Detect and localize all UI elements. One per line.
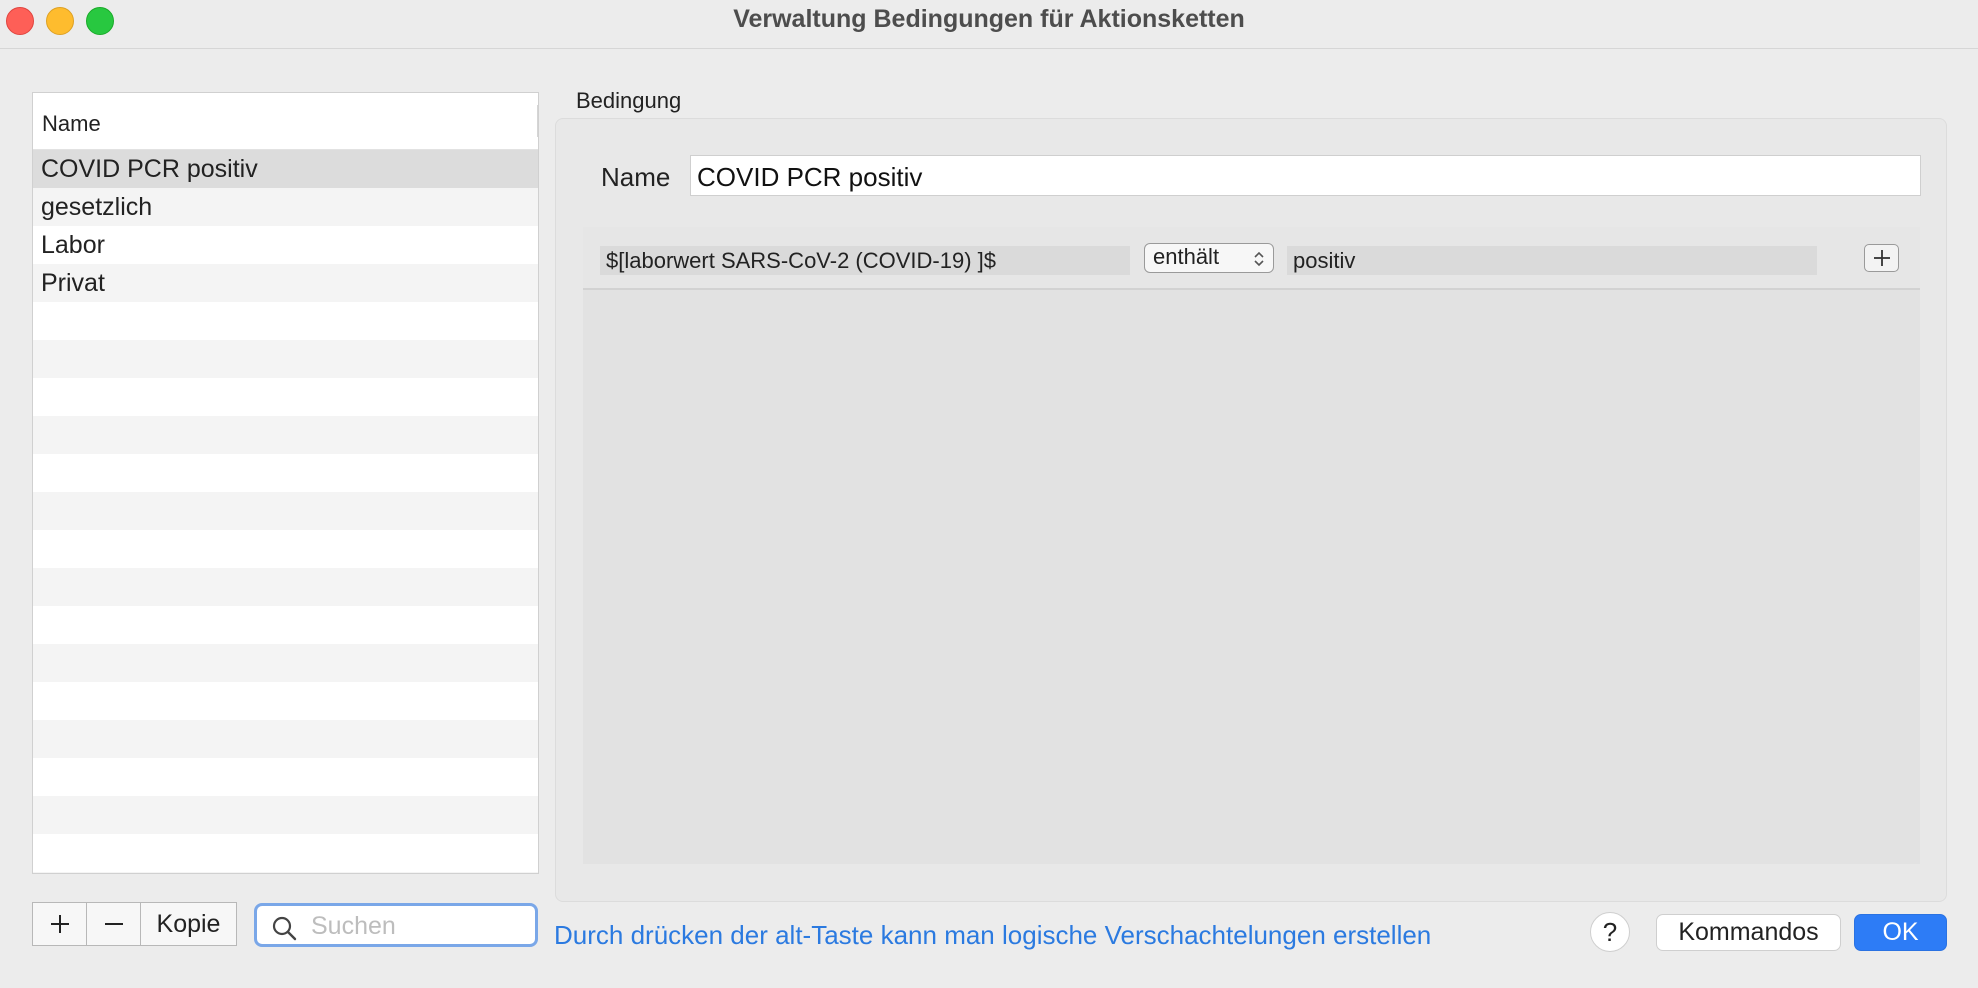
list-item[interactable]: Privat: [33, 264, 538, 302]
empty-row: [33, 530, 538, 568]
name-label: Name: [601, 162, 671, 192]
plus-icon: [1873, 250, 1890, 266]
empty-row: [33, 682, 538, 720]
up-down-chevron-icon: [1254, 251, 1264, 267]
empty-row: [33, 606, 538, 644]
condition-group-label: Bedingung: [576, 88, 682, 113]
empty-row: [33, 568, 538, 606]
empty-row: [33, 340, 538, 378]
search-field[interactable]: [254, 903, 538, 947]
list-item[interactable]: gesetzlich: [33, 188, 538, 226]
add-condition-button[interactable]: [32, 902, 87, 946]
title-bar: Verwaltung Bedingungen für Aktionsketten: [0, 0, 1978, 49]
empty-row: [33, 302, 538, 340]
column-divider: [537, 105, 538, 137]
search-input[interactable]: [309, 910, 523, 942]
name-field[interactable]: COVID PCR positiv: [690, 155, 1921, 196]
conditions-list[interactable]: Name COVID PCR positiv gesetzlich Labor …: [32, 92, 539, 874]
empty-row: [33, 758, 538, 796]
empty-row: [33, 644, 538, 682]
search-icon: [272, 916, 297, 941]
empty-row: [33, 834, 538, 872]
add-condition-row-button[interactable]: [1864, 244, 1899, 272]
window-title: Verwaltung Bedingungen für Aktionsketten: [733, 5, 1245, 33]
help-button[interactable]: ?: [1590, 912, 1630, 952]
conditions-editor: [583, 227, 1920, 864]
remove-condition-button[interactable]: [86, 902, 141, 946]
condition-operator-select[interactable]: enthält: [1144, 243, 1274, 273]
empty-row: [33, 720, 538, 758]
empty-row: [33, 872, 538, 873]
column-header-name[interactable]: Name: [42, 111, 101, 137]
condition-variable-field[interactable]: $[laborwert SARS-CoV-2 (COVID-19) ]$: [600, 246, 1130, 275]
minus-icon: [104, 923, 123, 925]
nesting-hint-text: Durch drücken der alt-Taste kann man log…: [554, 920, 1432, 950]
list-item[interactable]: Labor: [33, 226, 538, 264]
empty-row: [33, 796, 538, 834]
plus-icon: [50, 915, 69, 933]
empty-row: [33, 492, 538, 530]
operator-value: enthält: [1153, 244, 1220, 269]
condition-value-field[interactable]: positiv: [1287, 246, 1817, 275]
ok-button[interactable]: OK: [1854, 914, 1947, 951]
copy-button[interactable]: Kopie: [140, 902, 237, 946]
commands-button[interactable]: Kommandos: [1656, 914, 1841, 951]
list-rows: COVID PCR positiv gesetzlich Labor Priva…: [33, 150, 538, 873]
list-item[interactable]: COVID PCR positiv: [33, 150, 538, 188]
empty-row: [33, 454, 538, 492]
empty-row: [33, 416, 538, 454]
empty-row: [33, 378, 538, 416]
list-header[interactable]: Name: [33, 93, 538, 150]
